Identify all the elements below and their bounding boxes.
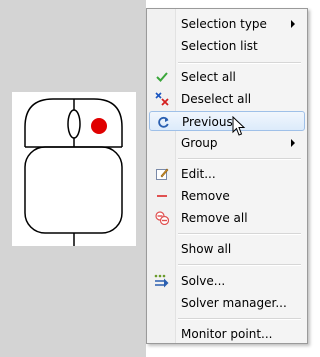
refresh-icon	[155, 115, 171, 129]
menu-item-show-all[interactable]: Show all	[149, 239, 305, 259]
menu-item-label: Deselect all	[181, 92, 252, 106]
menu-separator	[178, 233, 301, 235]
context-menu: Selection type Selection list Select all…	[146, 8, 308, 344]
menu-item-label: Select all	[181, 70, 236, 84]
red-x-icon	[154, 92, 170, 106]
menu-item-label: Selection type	[181, 17, 267, 31]
menu-item-label: Selection list	[181, 39, 258, 53]
remove-all-icon	[154, 211, 170, 225]
minus-icon	[154, 189, 170, 203]
menu-item-deselect-all[interactable]: Deselect all	[149, 89, 305, 109]
scroll-wheel	[67, 109, 81, 139]
menu-separator	[178, 158, 301, 160]
menu-item-previous[interactable]: Previous	[149, 111, 305, 131]
menu-item-edit[interactable]: Edit...	[149, 164, 305, 184]
menu-item-selection-list[interactable]: Selection list	[149, 36, 305, 56]
menu-item-label: Remove	[181, 189, 230, 203]
menu-item-solver-manager[interactable]: Solver manager...	[149, 293, 305, 313]
menu-item-selection-type[interactable]: Selection type	[149, 14, 305, 34]
menu-item-remove[interactable]: Remove	[149, 186, 305, 206]
submenu-arrow-icon	[291, 139, 295, 147]
edit-icon	[154, 167, 170, 181]
mouse-pointer-icon	[232, 115, 246, 140]
menu-separator	[178, 62, 301, 64]
mouse-drawing	[24, 98, 123, 246]
mouse-thumbnail	[12, 92, 136, 246]
green-check-icon	[154, 70, 170, 84]
menu-item-solve[interactable]: Solve...	[149, 271, 305, 291]
menu-item-group[interactable]: Group	[149, 133, 305, 153]
menu-item-label: Previous	[182, 115, 233, 129]
menu-item-label: Remove all	[181, 211, 248, 225]
menu-item-label: Show all	[181, 242, 232, 256]
submenu-arrow-icon	[291, 20, 295, 28]
menu-separator	[178, 318, 301, 320]
menu-item-label: Solver manager...	[181, 296, 287, 310]
menu-item-monitor-point[interactable]: Monitor point...	[149, 324, 305, 344]
mouse-body	[24, 146, 123, 234]
menu-item-label: Monitor point...	[181, 327, 273, 341]
red-marker-dot	[91, 118, 107, 134]
menu-item-label: Solve...	[181, 274, 226, 288]
menu-separator	[178, 264, 301, 266]
menu-item-label: Group	[181, 136, 218, 150]
menu-item-select-all[interactable]: Select all	[149, 67, 305, 87]
solve-icon	[154, 274, 170, 288]
menu-item-label: Edit...	[181, 167, 216, 181]
menu-item-remove-all[interactable]: Remove all	[149, 208, 305, 228]
